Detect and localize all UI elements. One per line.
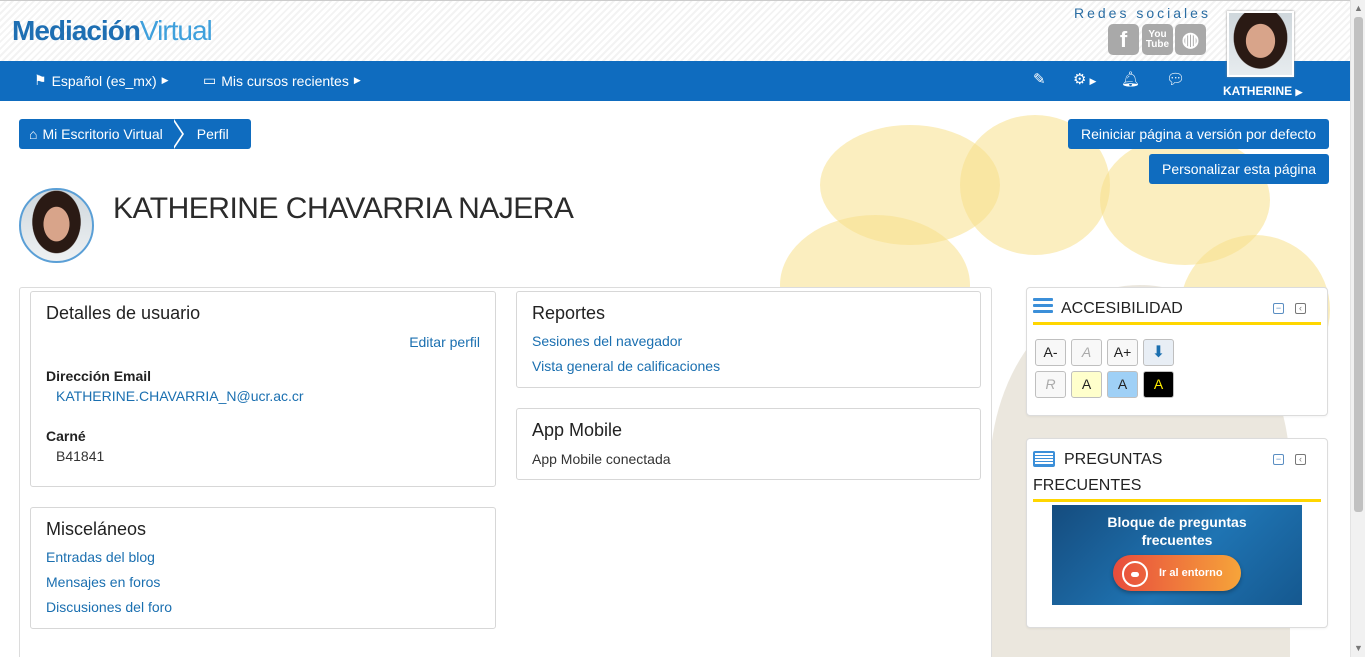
reportes-card: Reportes Sesiones del navegador Vista ge… (516, 291, 981, 388)
browser-sessions-link[interactable]: Sesiones del navegador (532, 333, 682, 349)
faq-banner-button[interactable]: Ir al entorno (1113, 555, 1241, 591)
color-reset-button[interactable]: R (1035, 371, 1066, 398)
caret-right-icon: ▶ (1295, 87, 1303, 97)
user-details-title: Detalles de usuario (46, 303, 201, 323)
gear-icon[interactable]: ⚙ ▶ (1073, 70, 1096, 88)
dock-icon[interactable]: ‹ (1295, 303, 1306, 314)
blog-entries-link[interactable]: Entradas del blog (46, 549, 155, 565)
app-mobile-title: App Mobile (532, 420, 623, 440)
recent-courses-label: Mis cursos recientes (221, 72, 349, 89)
web-icon[interactable]: ◍ (1175, 24, 1206, 55)
breadcrumb: ⌂ Mi Escritorio Virtual Perfil (19, 119, 251, 149)
profile-name: KATHERINE CHAVARRIA NAJERA (113, 192, 574, 225)
accessibility-title: ACCESIBILIDAD (1061, 300, 1183, 317)
caret-right-icon: ▶ (161, 75, 169, 85)
font-decrease-button[interactable]: A- (1035, 339, 1066, 366)
facebook-icon[interactable]: f (1108, 24, 1139, 55)
collapse-icon[interactable]: − (1273, 454, 1284, 465)
faq-banner-line1: Bloque de preguntas (1107, 514, 1247, 530)
vertical-scrollbar[interactable]: ▲ ▼ (1350, 0, 1365, 657)
menu-icon (1033, 298, 1053, 314)
language-menu[interactable]: ⚑ Español (es_mx) ▶ (34, 72, 169, 89)
user-name: KATHERINE (1223, 84, 1293, 98)
scroll-up-icon[interactable]: ▲ (1354, 3, 1363, 13)
font-reset-button[interactable]: A (1071, 339, 1102, 366)
breadcrumb-home-label: Mi Escritorio Virtual (42, 126, 163, 142)
app-mobile-status: App Mobile conectada (532, 451, 671, 467)
site-header: MediaciónVirtual Redes sociales f You Tu… (0, 0, 1350, 61)
reset-page-button[interactable]: Reiniciar página a versión por defecto (1068, 119, 1330, 149)
accessibility-block: ACCESIBILIDAD − ‹ A- A A+ ⬇ R A A A (1026, 287, 1328, 416)
faq-block: PREGUNTAS FRECUENTES − ‹ Bloque de pregu… (1026, 438, 1328, 628)
list-icon (1033, 451, 1055, 467)
carne-value: B41841 (56, 448, 105, 464)
logo-text-1: Mediación (12, 15, 141, 46)
nav-bar: ⚑ Español (es_mx) ▶ ▭ Mis cursos recient… (0, 61, 1350, 101)
scroll-down-icon[interactable]: ▼ (1354, 643, 1363, 653)
faq-underline (1033, 499, 1321, 502)
misc-card: Misceláneos Entradas del blog Mensajes e… (30, 507, 496, 629)
accessibility-underline (1033, 322, 1321, 325)
faq-title-line2: FRECUENTES (1033, 477, 1142, 494)
site-logo[interactable]: MediaciónVirtual (12, 15, 213, 47)
user-avatar[interactable] (1227, 11, 1294, 77)
bell-icon[interactable]: 🔔︎ (1121, 70, 1140, 88)
chat-bubble-icon (1122, 561, 1148, 587)
user-menu[interactable]: KATHERINE ▶ (1223, 84, 1302, 98)
edit-profile-link[interactable]: Editar perfil (409, 334, 480, 350)
breadcrumb-current[interactable]: Perfil (171, 119, 251, 149)
user-details-card: Detalles de usuario Editar perfil Direcc… (30, 291, 496, 487)
reportes-title: Reportes (532, 303, 606, 323)
recent-courses-menu[interactable]: ▭ Mis cursos recientes ▶ (203, 72, 361, 89)
caret-right-icon: ▶ (353, 75, 361, 85)
yellow-contrast-button[interactable]: A (1071, 371, 1102, 398)
collapse-icon[interactable]: − (1273, 303, 1284, 314)
blue-contrast-button[interactable]: A (1107, 371, 1138, 398)
email-label: Dirección Email (46, 368, 152, 384)
font-increase-button[interactable]: A+ (1107, 339, 1138, 366)
youtube-label: You Tube (1145, 28, 1170, 50)
breadcrumb-home[interactable]: ⌂ Mi Escritorio Virtual (19, 119, 175, 149)
chat-icon[interactable]: 💬︎ (1166, 70, 1185, 88)
language-label: Español (es_mx) (51, 72, 157, 89)
faq-banner[interactable]: Bloque de preguntas frecuentes Ir al ent… (1052, 505, 1302, 605)
faq-title-line1: PREGUNTAS (1064, 451, 1163, 468)
youtube-icon[interactable]: You Tube (1142, 24, 1173, 55)
save-settings-icon[interactable]: ⬇ (1143, 339, 1174, 366)
edit-icon[interactable]: ✎ (1033, 70, 1046, 88)
social-title: Redes sociales (1074, 5, 1211, 21)
app-mobile-card: App Mobile App Mobile conectada (516, 408, 981, 480)
forum-posts-link[interactable]: Mensajes en foros (46, 574, 160, 590)
forum-discussions-link[interactable]: Discusiones del foro (46, 599, 172, 615)
faq-banner-line2: frecuentes (1141, 532, 1213, 548)
carne-label: Carné (46, 428, 86, 444)
dock-icon[interactable]: ‹ (1295, 454, 1306, 465)
customize-page-button[interactable]: Personalizar esta página (1149, 154, 1330, 184)
faq-banner-text: Bloque de preguntas frecuentes (1052, 513, 1302, 549)
briefcase-icon: ▭ (203, 72, 217, 88)
logo-text-2: Virtual (139, 15, 213, 46)
email-value[interactable]: KATHERINE.CHAVARRIA_N@ucr.ac.cr (56, 388, 304, 404)
breadcrumb-current-label: Perfil (196, 126, 229, 142)
black-contrast-button[interactable]: A (1143, 371, 1174, 398)
home-icon: ⌂ (29, 126, 38, 142)
misc-title: Misceláneos (46, 519, 147, 539)
faq-banner-button-label: Ir al entorno (1159, 567, 1223, 579)
flag-icon: ⚑ (34, 72, 47, 88)
grades-overview-link[interactable]: Vista general de calificaciones (532, 358, 720, 374)
scroll-thumb[interactable] (1354, 17, 1363, 512)
profile-avatar (19, 188, 94, 263)
